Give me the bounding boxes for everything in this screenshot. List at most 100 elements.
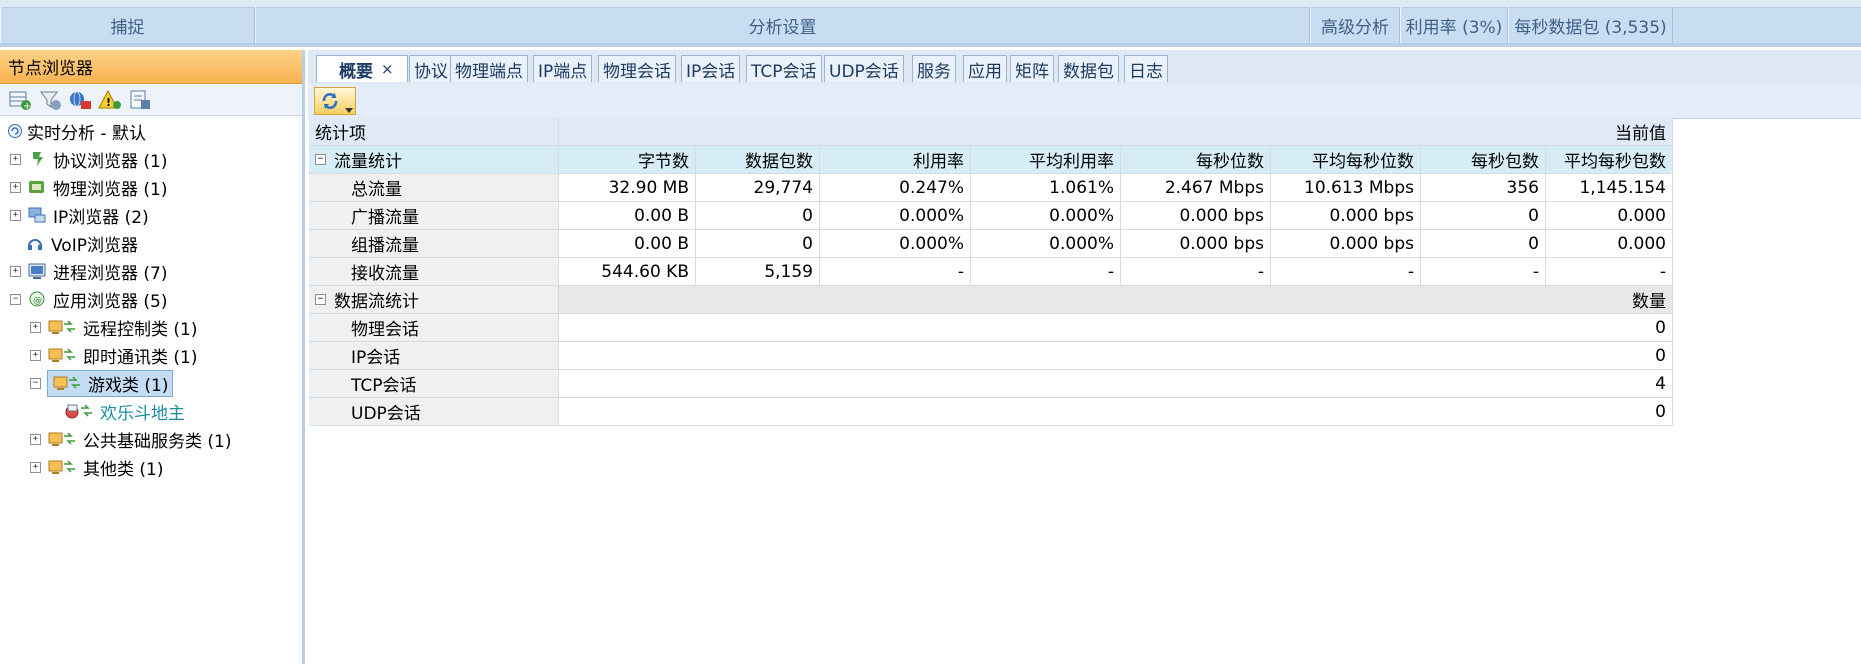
tree-item-process-browser[interactable]: + 进程浏览器 (7) — [10, 258, 167, 284]
physical-icon — [27, 178, 47, 196]
column-header: 字节数 — [559, 146, 696, 174]
table-cell: 0.000 — [1546, 202, 1673, 230]
ribbon-group-capture[interactable]: 捕捉 — [0, 7, 255, 43]
table-cell: 0 — [696, 202, 820, 230]
selected-node[interactable]: 游戏类 (1) — [47, 369, 174, 397]
close-icon[interactable]: × — [381, 60, 394, 78]
tree-item-app-browser[interactable]: − @ 应用浏览器 (5) — [10, 286, 167, 312]
table-cell: 0.000% — [820, 230, 971, 258]
group-flow-stats[interactable]: − 数据流统计 — [309, 286, 559, 314]
tab-ip-endpoints[interactable]: IP端点 — [533, 55, 593, 82]
add-node-icon[interactable]: + — [8, 89, 32, 112]
ribbon-group-utilization[interactable]: 利用率 (3%) — [1400, 7, 1508, 43]
tree-item-label: 即时通讯类 (1) — [83, 347, 198, 368]
table-cell: 0 — [696, 230, 820, 258]
tab-label: 物理会话 — [603, 61, 671, 82]
tree-item-ip-browser[interactable]: + IP浏览器 (2) — [10, 202, 149, 228]
tab-packets[interactable]: 数据包 — [1058, 55, 1119, 82]
expand-icon[interactable]: + — [30, 349, 41, 361]
table-cell: 10.613 Mbps — [1271, 174, 1421, 202]
tab-summary[interactable]: 概要 × — [316, 55, 408, 82]
app-category-icon — [52, 374, 82, 392]
tab-applications[interactable]: 应用 — [963, 55, 1007, 82]
svg-text:+: + — [23, 101, 31, 111]
tree-item-games[interactable]: − 游戏类 (1) — [30, 369, 174, 397]
tree-item-huanle-doudizhu[interactable]: 欢乐斗地主 — [64, 398, 185, 424]
table-cell: 0.000 bps — [1121, 202, 1271, 230]
table-cell: 29,774 — [696, 174, 820, 202]
tab-udp-conversations[interactable]: UDP会话 — [824, 55, 904, 82]
column-header: 平均利用率 — [971, 146, 1121, 174]
row-label: 广播流量 — [309, 202, 559, 230]
row-label: 接收流量 — [309, 258, 559, 286]
table-cell: 0.000% — [971, 230, 1121, 258]
tree-item-remote-control[interactable]: + 远程控制类 (1) — [30, 314, 197, 340]
expand-icon[interactable]: + — [10, 265, 21, 277]
tab-protocol[interactable]: 协议 — [409, 55, 453, 82]
tree-item-label: 欢乐斗地主 — [100, 403, 185, 424]
ribbon-group-analysis-settings[interactable]: 分析设置 — [255, 7, 1310, 43]
voip-icon — [25, 234, 45, 252]
tree-item-public-services[interactable]: + 公共基础服务类 (1) — [30, 426, 231, 452]
expand-icon[interactable]: + — [10, 209, 21, 221]
process-icon — [27, 262, 47, 280]
group-traffic-stats[interactable]: − 流量统计 — [309, 146, 559, 174]
tree-item-voip-browser[interactable]: VoIP浏览器 — [25, 230, 138, 256]
tab-ip-conversations[interactable]: IP会话 — [681, 55, 741, 82]
tab-services[interactable]: 服务 — [912, 55, 956, 82]
table-cell: 1.061% — [971, 174, 1121, 202]
view-tabs: 概要 × 协议 物理端点 IP端点 物理会话 IP会话 TCP会话 UDP会话 … — [308, 50, 1861, 86]
table-cell: 0.000 bps — [1121, 230, 1271, 258]
expand-icon[interactable]: + — [30, 461, 41, 473]
tree-root-label: 实时分析 - 默认 — [27, 123, 146, 144]
column-header: 每秒位数 — [1121, 146, 1271, 174]
tree-item-label: 游戏类 (1) — [88, 375, 169, 396]
group-label: 流量统计 — [334, 152, 402, 172]
expand-icon[interactable]: + — [30, 433, 41, 445]
table-cell: 0.000 bps — [1271, 230, 1421, 258]
tree-item-label: 公共基础服务类 (1) — [83, 431, 232, 452]
expand-icon[interactable]: + — [10, 181, 21, 193]
tab-log[interactable]: 日志 — [1124, 55, 1168, 82]
table-cell: 1,145.154 — [1546, 174, 1673, 202]
tab-label: IP端点 — [538, 61, 588, 82]
dropdown-arrow-icon[interactable] — [345, 99, 353, 119]
filter-icon[interactable] — [38, 89, 62, 111]
warning-icon[interactable]: ! — [98, 89, 122, 111]
tree-item-protocol-browser[interactable]: + 协议浏览器 (1) — [10, 146, 167, 172]
tab-label: 应用 — [968, 61, 1002, 82]
column-header: 数据包数 — [696, 146, 820, 174]
table-cell: - — [971, 258, 1121, 286]
table-cell: 0.000% — [820, 202, 971, 230]
tree-item-others[interactable]: + 其他类 (1) — [30, 454, 163, 480]
tab-label: UDP会话 — [829, 61, 899, 82]
table-cell: 0.247% — [820, 174, 971, 202]
refresh-button[interactable] — [314, 87, 356, 115]
tree-item-instant-messaging[interactable]: + 即时通讯类 (1) — [30, 342, 197, 368]
network-icon[interactable] — [68, 89, 92, 111]
ip-icon — [27, 206, 47, 224]
tab-label: IP会话 — [686, 61, 736, 82]
tab-physical-endpoints[interactable]: 物理端点 — [450, 55, 528, 82]
refresh-icon — [320, 91, 340, 116]
column-header: 平均每秒包数 — [1546, 146, 1673, 174]
collapse-icon[interactable]: − — [10, 293, 21, 305]
ribbon-group-advanced-analysis[interactable]: 高级分析 — [1310, 7, 1400, 43]
tree-item-label: IP浏览器 (2) — [53, 207, 149, 228]
tab-matrix[interactable]: 矩阵 — [1010, 55, 1054, 82]
expand-icon[interactable]: + — [10, 153, 21, 165]
tree-root[interactable]: 实时分析 - 默认 — [7, 118, 146, 144]
export-icon[interactable] — [128, 89, 152, 111]
app-icon: @ — [27, 290, 47, 308]
row-label: IP会话 — [309, 342, 559, 370]
tree-item-physical-browser[interactable]: + 物理浏览器 (1) — [10, 174, 167, 200]
tab-physical-conversations[interactable]: 物理会话 — [598, 55, 676, 82]
table-cell: 0.000 — [1546, 230, 1673, 258]
collapse-icon[interactable]: − — [30, 377, 41, 389]
ribbon-group-packets-per-second[interactable]: 每秒数据包 (3,535) — [1508, 7, 1673, 43]
tree-item-label: VoIP浏览器 — [51, 235, 138, 256]
tab-tcp-conversations[interactable]: TCP会话 — [746, 55, 822, 82]
collapse-icon[interactable]: − — [315, 294, 326, 305]
collapse-icon[interactable]: − — [315, 154, 326, 165]
expand-icon[interactable]: + — [30, 321, 41, 333]
